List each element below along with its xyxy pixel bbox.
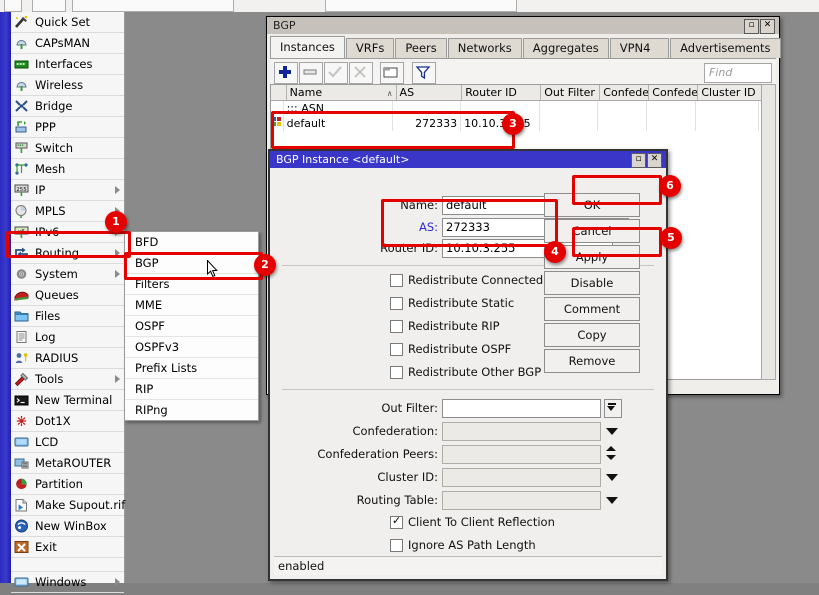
annotation-layer: 1 2 3 4 5 6: [0, 0, 819, 583]
annotation-badge-6: 6: [659, 175, 681, 197]
screen: WinBox Quick SetCAPsMANInterfacesWireles…: [0, 0, 819, 583]
highlight-bgp-submenu: [124, 252, 263, 280]
highlight-as-routerid-fields: [381, 199, 558, 247]
annotation-badge-4: 4: [544, 241, 566, 263]
annotation-badge-5: 5: [660, 227, 682, 249]
highlight-ok-button: [572, 175, 662, 205]
highlight-routing-menu: [6, 231, 131, 258]
annotation-badge-2: 2: [254, 254, 276, 276]
annotation-badge-3: 3: [502, 113, 524, 135]
annotation-badge-1: 1: [105, 211, 127, 233]
mouse-cursor: [207, 260, 219, 278]
highlight-instances-rows: [271, 111, 515, 149]
highlight-apply-button: [572, 227, 662, 257]
